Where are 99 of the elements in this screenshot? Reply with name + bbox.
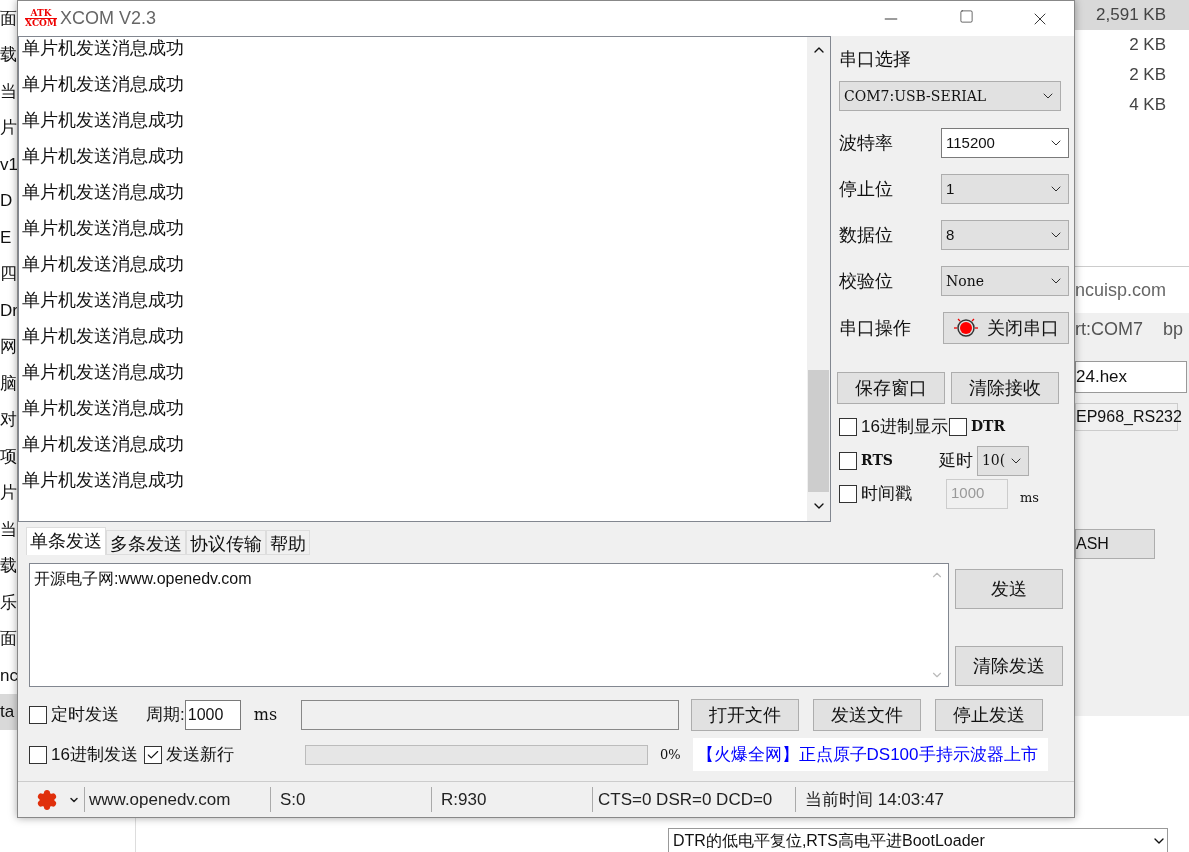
background-text: 脑 (0, 372, 17, 395)
dropdown[interactable]: None (941, 266, 1069, 296)
checkbox-label: 定时发送 (51, 704, 119, 727)
file-size: 2 KB (1128, 34, 1167, 57)
status-lines: CTS=0 DSR=0 DCD=0 (592, 786, 795, 813)
receive-line: 单片机发送消息成功 (22, 361, 185, 384)
field-label: 数据位 (839, 223, 893, 247)
receive-line: 单片机发送消息成功 (22, 325, 185, 348)
receive-line: 单片机发送消息成功 (22, 145, 185, 168)
background-text: 当 (0, 80, 17, 103)
background-text: nc (0, 664, 17, 687)
file-button[interactable]: 打开文件 (691, 699, 800, 731)
background-text: 项 (0, 445, 17, 468)
receive-line: 单片机发送消息成功 (22, 433, 185, 456)
receive-line: 单片机发送消息成功 (22, 181, 185, 204)
checkbox-label: 时间戳 (861, 482, 912, 505)
background-text: 面 (0, 628, 17, 650)
maximize-icon[interactable] (959, 8, 974, 24)
window-title: XCOM V2.3 (60, 7, 157, 30)
scrollbar-thumb[interactable] (808, 370, 829, 492)
checkbox[interactable] (839, 451, 857, 470)
checkbox[interactable] (29, 706, 47, 724)
background-text: 载 (0, 555, 17, 577)
close-port-button[interactable]: 关闭串口 (943, 312, 1069, 344)
background-text: D (0, 190, 14, 212)
receive-line: 单片机发送消息成功 (22, 109, 185, 132)
background-text: bp (1163, 317, 1184, 341)
background-text: 片 (0, 482, 17, 504)
field-label: 停止位 (839, 177, 893, 201)
file-field: 24.hex (1075, 361, 1187, 393)
background-text: 片 (0, 117, 17, 139)
file-path-field[interactable] (301, 700, 680, 730)
field-label: 周期: (146, 704, 185, 727)
file-size: 4 KB (1128, 94, 1167, 117)
settings-icon[interactable] (36, 788, 58, 811)
checkbox[interactable] (839, 484, 857, 503)
background-text: ta (0, 693, 17, 730)
checkbox[interactable] (948, 417, 967, 436)
dropdown[interactable]: COM7:USB-SERIAL (839, 81, 1061, 111)
status-link[interactable]: www.openedv.com (84, 786, 270, 813)
panel-button[interactable]: 清除接收 (951, 372, 1059, 404)
background-text: rt:COM7 (1075, 317, 1143, 341)
checkbox-label: 16进制显示 (861, 416, 948, 438)
checkbox-label: 发送新行 (165, 743, 234, 766)
panel-button[interactable]: 保存窗口 (837, 372, 945, 404)
unit-label: ms (253, 704, 278, 726)
send-button[interactable]: 发送 (955, 569, 1063, 609)
unit-label: ms (1020, 488, 1039, 507)
background-text: 对 (0, 409, 17, 431)
progress-text: 0% (659, 745, 681, 764)
checkbox-label: 16进制发送 (51, 743, 138, 766)
checkbox-label: RTS (861, 451, 893, 470)
background-text: 当 (0, 518, 17, 541)
receive-line: 单片机发送消息成功 (22, 289, 185, 312)
receive-line: 单片机发送消息成功 (22, 397, 185, 420)
receive-line: 单片机发送消息成功 (22, 469, 185, 492)
receive-line: 单片机发送消息成功 (22, 37, 185, 60)
send-button[interactable]: 清除发送 (955, 646, 1063, 686)
hint-field: DTR的低电平复位,RTS高电平进BootLoader (668, 828, 1168, 852)
period-field[interactable]: 1000 (184, 700, 241, 730)
field-label: 延时 (938, 449, 973, 472)
file-size: 2 KB (1128, 64, 1167, 87)
receive-line: 单片机发送消息成功 (22, 73, 185, 96)
status-sent: S:0 (270, 786, 431, 813)
status-time: 当前时间 14:03:47 (795, 786, 944, 813)
receive-line: 单片机发送消息成功 (22, 217, 185, 240)
tab[interactable]: 帮助 (266, 530, 310, 555)
background-text: 乐 (0, 591, 17, 614)
field-label: 校验位 (839, 269, 893, 293)
tab[interactable]: 多条发送 (106, 530, 186, 555)
background-text: E (0, 226, 13, 249)
checkbox-label: DTR (970, 417, 1006, 437)
section-label: 串口选择 (839, 48, 912, 71)
background-text: ASH (1076, 534, 1109, 554)
receive-line: 单片机发送消息成功 (22, 253, 185, 276)
dropdown[interactable]: 10( (976, 445, 1029, 476)
background-text: Dr (0, 299, 17, 322)
background-text: 四 (0, 263, 17, 285)
background-text: 载 (0, 44, 17, 66)
dropdown[interactable]: 8 (941, 220, 1069, 250)
checkbox[interactable] (143, 745, 162, 764)
checkbox[interactable] (29, 745, 47, 764)
tab[interactable]: 协议传输 (186, 530, 266, 555)
background-text: v1 (0, 153, 17, 176)
led-icon (953, 316, 979, 340)
dropdown[interactable]: 1 (941, 174, 1069, 204)
tab[interactable]: 单条发送 (26, 527, 106, 555)
file-size: 2,591 KB (1075, 0, 1189, 30)
background-text: 面 (0, 7, 17, 30)
dropdown[interactable]: 115200 (941, 128, 1069, 158)
file-button[interactable]: 停止发送 (935, 699, 1044, 731)
background-text: ncuisp.com (1075, 267, 1189, 313)
file-button[interactable]: 发送文件 (813, 699, 922, 731)
checkbox[interactable] (839, 417, 857, 436)
field-label: 波特率 (839, 131, 893, 155)
scrollbar[interactable] (807, 37, 830, 521)
status-received: R:930 (431, 786, 592, 813)
background-text: 网 (0, 336, 17, 358)
field-label: 串口操作 (839, 316, 911, 340)
